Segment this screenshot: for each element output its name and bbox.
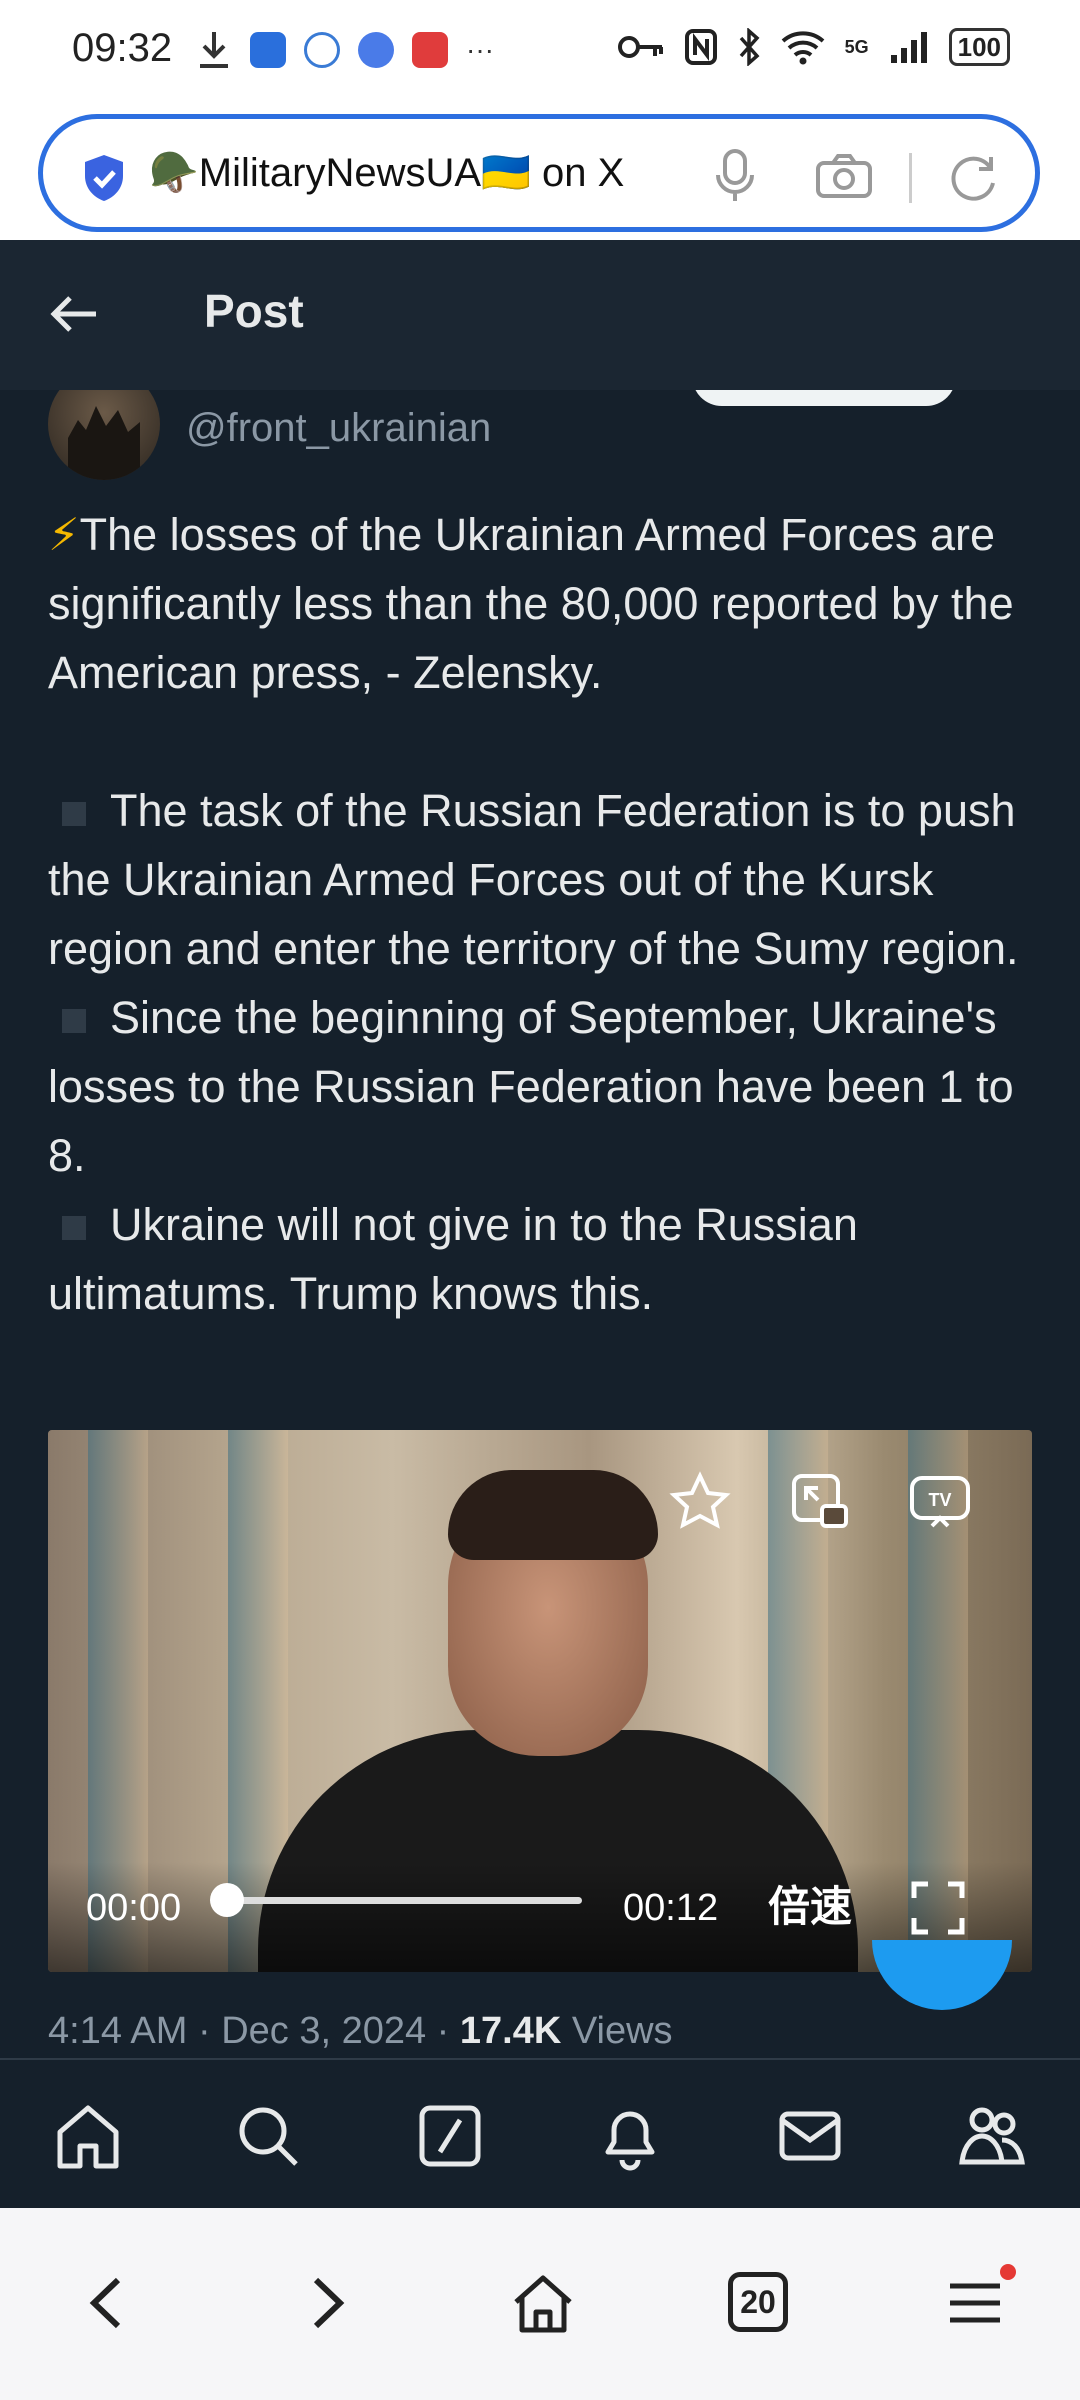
browser-home-icon[interactable]	[508, 2268, 578, 2338]
tweet-bullet: The task of the Russian Federation is to…	[48, 785, 1019, 974]
compose-fab[interactable]	[872, 1940, 1012, 2010]
page-title: Post	[204, 285, 304, 337]
views-label: Views	[561, 2010, 673, 2052]
tweet-bullet: Ukraine will not give in to the Russian …	[48, 1199, 858, 1319]
ifly-icon	[304, 32, 340, 68]
menu-icon[interactable]	[940, 2268, 1010, 2338]
tweet-bullet: Since the beginning of September, Ukrain…	[48, 992, 1014, 1181]
more-icon: ···	[466, 34, 494, 65]
playback-speed-button[interactable]: 倍速	[768, 1873, 852, 1934]
url-divider	[909, 153, 912, 203]
browser-app-icon	[358, 32, 394, 68]
tabs-button[interactable]: 20	[728, 2272, 788, 2332]
key-icon	[617, 36, 663, 58]
post-header: Post	[0, 240, 1080, 390]
browser-forward-icon[interactable]	[292, 2268, 362, 2338]
address-bar[interactable]: 🪖MilitaryNewsUA🇺🇦 on X	[38, 114, 1040, 232]
back-arrow-icon[interactable]	[48, 288, 100, 340]
browser-bottom-bar: 20	[0, 2208, 1080, 2400]
author-avatar[interactable]	[48, 390, 160, 480]
bluetooth-icon	[739, 28, 760, 66]
system-icons: 5G 100	[617, 28, 1010, 66]
post-meta: 4:14 AM · Dec 3, 2024 · 17.4K Views	[48, 2010, 673, 2053]
tweet-headline: ⚡The losses of the Ukrainian Armed Force…	[48, 509, 1014, 698]
video-duration: 00:12	[623, 1887, 719, 1929]
bullet-icon	[62, 1009, 86, 1034]
status-time: 09:32	[72, 26, 173, 70]
video-current-time: 00:00	[86, 1887, 182, 1929]
bullet-icon	[62, 802, 86, 827]
status-bar: 09:32 ··· 5G 100	[0, 0, 1080, 104]
post-content[interactable]: @front_ukrainian ⚡The losses of the Ukra…	[0, 390, 1080, 2058]
notifications-bell-icon[interactable]	[594, 2100, 666, 2172]
messages-icon[interactable]	[774, 2100, 846, 2172]
microphone-icon[interactable]	[715, 149, 755, 203]
fullscreen-icon[interactable]	[910, 1880, 966, 1936]
camera-icon[interactable]	[815, 153, 873, 199]
video-progress-knob[interactable]	[210, 1883, 244, 1917]
lightning-icon: ⚡	[48, 509, 80, 560]
video-player[interactable]: TV 00:00 00:12 倍速	[48, 1430, 1032, 1972]
search-icon[interactable]	[232, 2100, 304, 2172]
notification-icons: ···	[196, 30, 494, 70]
star-icon[interactable]	[668, 1470, 732, 1534]
app-notification-icon	[250, 32, 286, 68]
app-bottom-nav	[0, 2058, 1080, 2208]
tweet-text: ⚡The losses of the Ukrainian Armed Force…	[48, 500, 1038, 1328]
browser-back-icon[interactable]	[72, 2268, 142, 2338]
wifi-icon	[781, 31, 824, 65]
svg-text:TV: TV	[928, 1490, 951, 1510]
signal-icon	[890, 32, 927, 63]
subscribe-button[interactable]	[692, 390, 956, 406]
views-count: 17.4K	[459, 2010, 562, 2052]
shield-check-icon[interactable]	[81, 153, 127, 203]
huawei-icon	[412, 32, 448, 68]
pip-icon[interactable]	[788, 1470, 852, 1534]
home-icon[interactable]	[52, 2100, 124, 2172]
post-timestamp: 4:14 AM · Dec 3, 2024 ·	[48, 2010, 460, 2052]
grok-icon[interactable]	[414, 2100, 486, 2172]
communities-icon[interactable]	[956, 2100, 1028, 2172]
browser-address-area: 🪖MilitaryNewsUA🇺🇦 on X	[0, 104, 1080, 240]
reload-icon[interactable]	[947, 151, 999, 203]
page-title-in-url[interactable]: 🪖MilitaryNewsUA🇺🇦 on X	[149, 149, 624, 196]
notification-dot	[1000, 2264, 1016, 2280]
network-type: 5G	[844, 37, 869, 57]
cast-tv-icon[interactable]: TV	[908, 1470, 972, 1534]
author-handle[interactable]: @front_ukrainian	[186, 406, 491, 451]
battery-indicator: 100	[948, 28, 1010, 66]
download-icon	[200, 32, 228, 68]
bullet-icon	[62, 1216, 86, 1241]
nfc-icon	[684, 29, 717, 65]
video-progress-track[interactable]	[224, 1897, 582, 1904]
